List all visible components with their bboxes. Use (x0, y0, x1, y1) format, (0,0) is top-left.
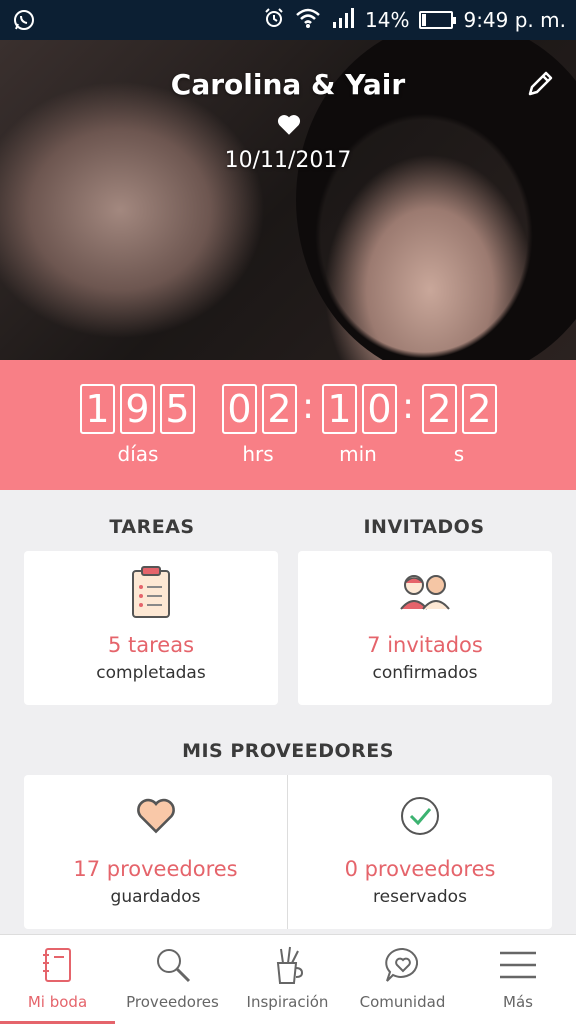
search-icon (151, 943, 195, 987)
clipboard-icon (130, 565, 172, 623)
battery-percent: 14% (365, 8, 410, 32)
nav-label: Mi boda (27, 993, 88, 1011)
guests-count: 7 invitados (367, 633, 483, 657)
nav-label: Más (503, 993, 533, 1011)
heart-icon (276, 112, 302, 138)
couple-names: Carolina & Yair (170, 68, 406, 101)
nav-label: Comunidad (359, 993, 446, 1011)
nav-proveedores[interactable]: Proveedores (115, 935, 230, 1024)
check-circle-icon (399, 795, 441, 841)
nav-mas[interactable]: Más (460, 935, 576, 1024)
hours-label: hrs (242, 442, 274, 466)
pencil-cup-icon (266, 943, 310, 987)
nav-label: Inspiración (246, 993, 329, 1011)
whatsapp-icon (12, 8, 36, 36)
guests-title: INVITADOS (363, 516, 485, 538)
heart-icon (135, 797, 177, 839)
colon-separator: : (402, 386, 415, 427)
countdown-digit: 9 (120, 384, 155, 434)
days-label: días (117, 442, 159, 466)
wedding-date: 10/11/2017 (224, 148, 352, 173)
tasks-card[interactable]: 5 tareas completadas (24, 551, 278, 705)
saved-sub: guardados (110, 887, 201, 907)
bottom-nav: Mi boda Proveedores Inspiración Comunida… (0, 934, 576, 1024)
countdown-digit: 0 (222, 384, 257, 434)
nav-label: Proveedores (126, 993, 219, 1011)
vendors-card: 17 proveedores guardados 0 proveedores r… (24, 775, 552, 929)
countdown-digit: 2 (262, 384, 297, 434)
tasks-sub: completadas (96, 663, 206, 683)
edit-icon[interactable] (524, 68, 556, 100)
clock: 9:49 p. m. (463, 8, 566, 32)
notebook-icon (36, 943, 80, 987)
tasks-title: TAREAS (109, 516, 195, 538)
countdown-digit: 5 (160, 384, 195, 434)
chat-heart-icon (381, 943, 425, 987)
countdown-panel: 1 9 5 0 2 : 1 0 : 2 2 días hrs min s (0, 360, 576, 490)
minutes-label: min (339, 442, 377, 466)
countdown-digit: 1 (322, 384, 357, 434)
saved-vendors[interactable]: 17 proveedores guardados (24, 775, 287, 929)
countdown-digit: 2 (422, 384, 457, 434)
signal-icon (331, 7, 355, 34)
status-bar: 14% 9:49 p. m. (0, 0, 576, 40)
battery-icon (419, 11, 457, 29)
saved-count: 17 proveedores (73, 857, 238, 881)
nav-mi-boda[interactable]: Mi boda (0, 935, 115, 1024)
wifi-icon (295, 7, 321, 34)
guests-icon (398, 571, 452, 615)
guests-sub: confirmados (372, 663, 478, 683)
menu-icon (496, 943, 540, 987)
nav-inspiracion[interactable]: Inspiración (230, 935, 345, 1024)
couple-photo[interactable]: Carolina & Yair 10/11/2017 (0, 40, 576, 360)
nav-comunidad[interactable]: Comunidad (345, 935, 460, 1024)
colon-separator: : (302, 386, 315, 427)
seconds-label: s (453, 442, 465, 466)
tasks-count: 5 tareas (107, 633, 195, 657)
booked-sub: reservados (373, 887, 467, 907)
guests-card[interactable]: 7 invitados confirmados (298, 551, 552, 705)
booked-vendors[interactable]: 0 proveedores reservados (288, 775, 552, 929)
alarm-icon (263, 7, 285, 34)
vendors-title: MIS PROVEEDORES (182, 740, 394, 762)
booked-count: 0 proveedores (344, 857, 496, 881)
countdown-digit: 1 (80, 384, 115, 434)
countdown-digit: 2 (462, 384, 497, 434)
countdown-digit: 0 (362, 384, 397, 434)
